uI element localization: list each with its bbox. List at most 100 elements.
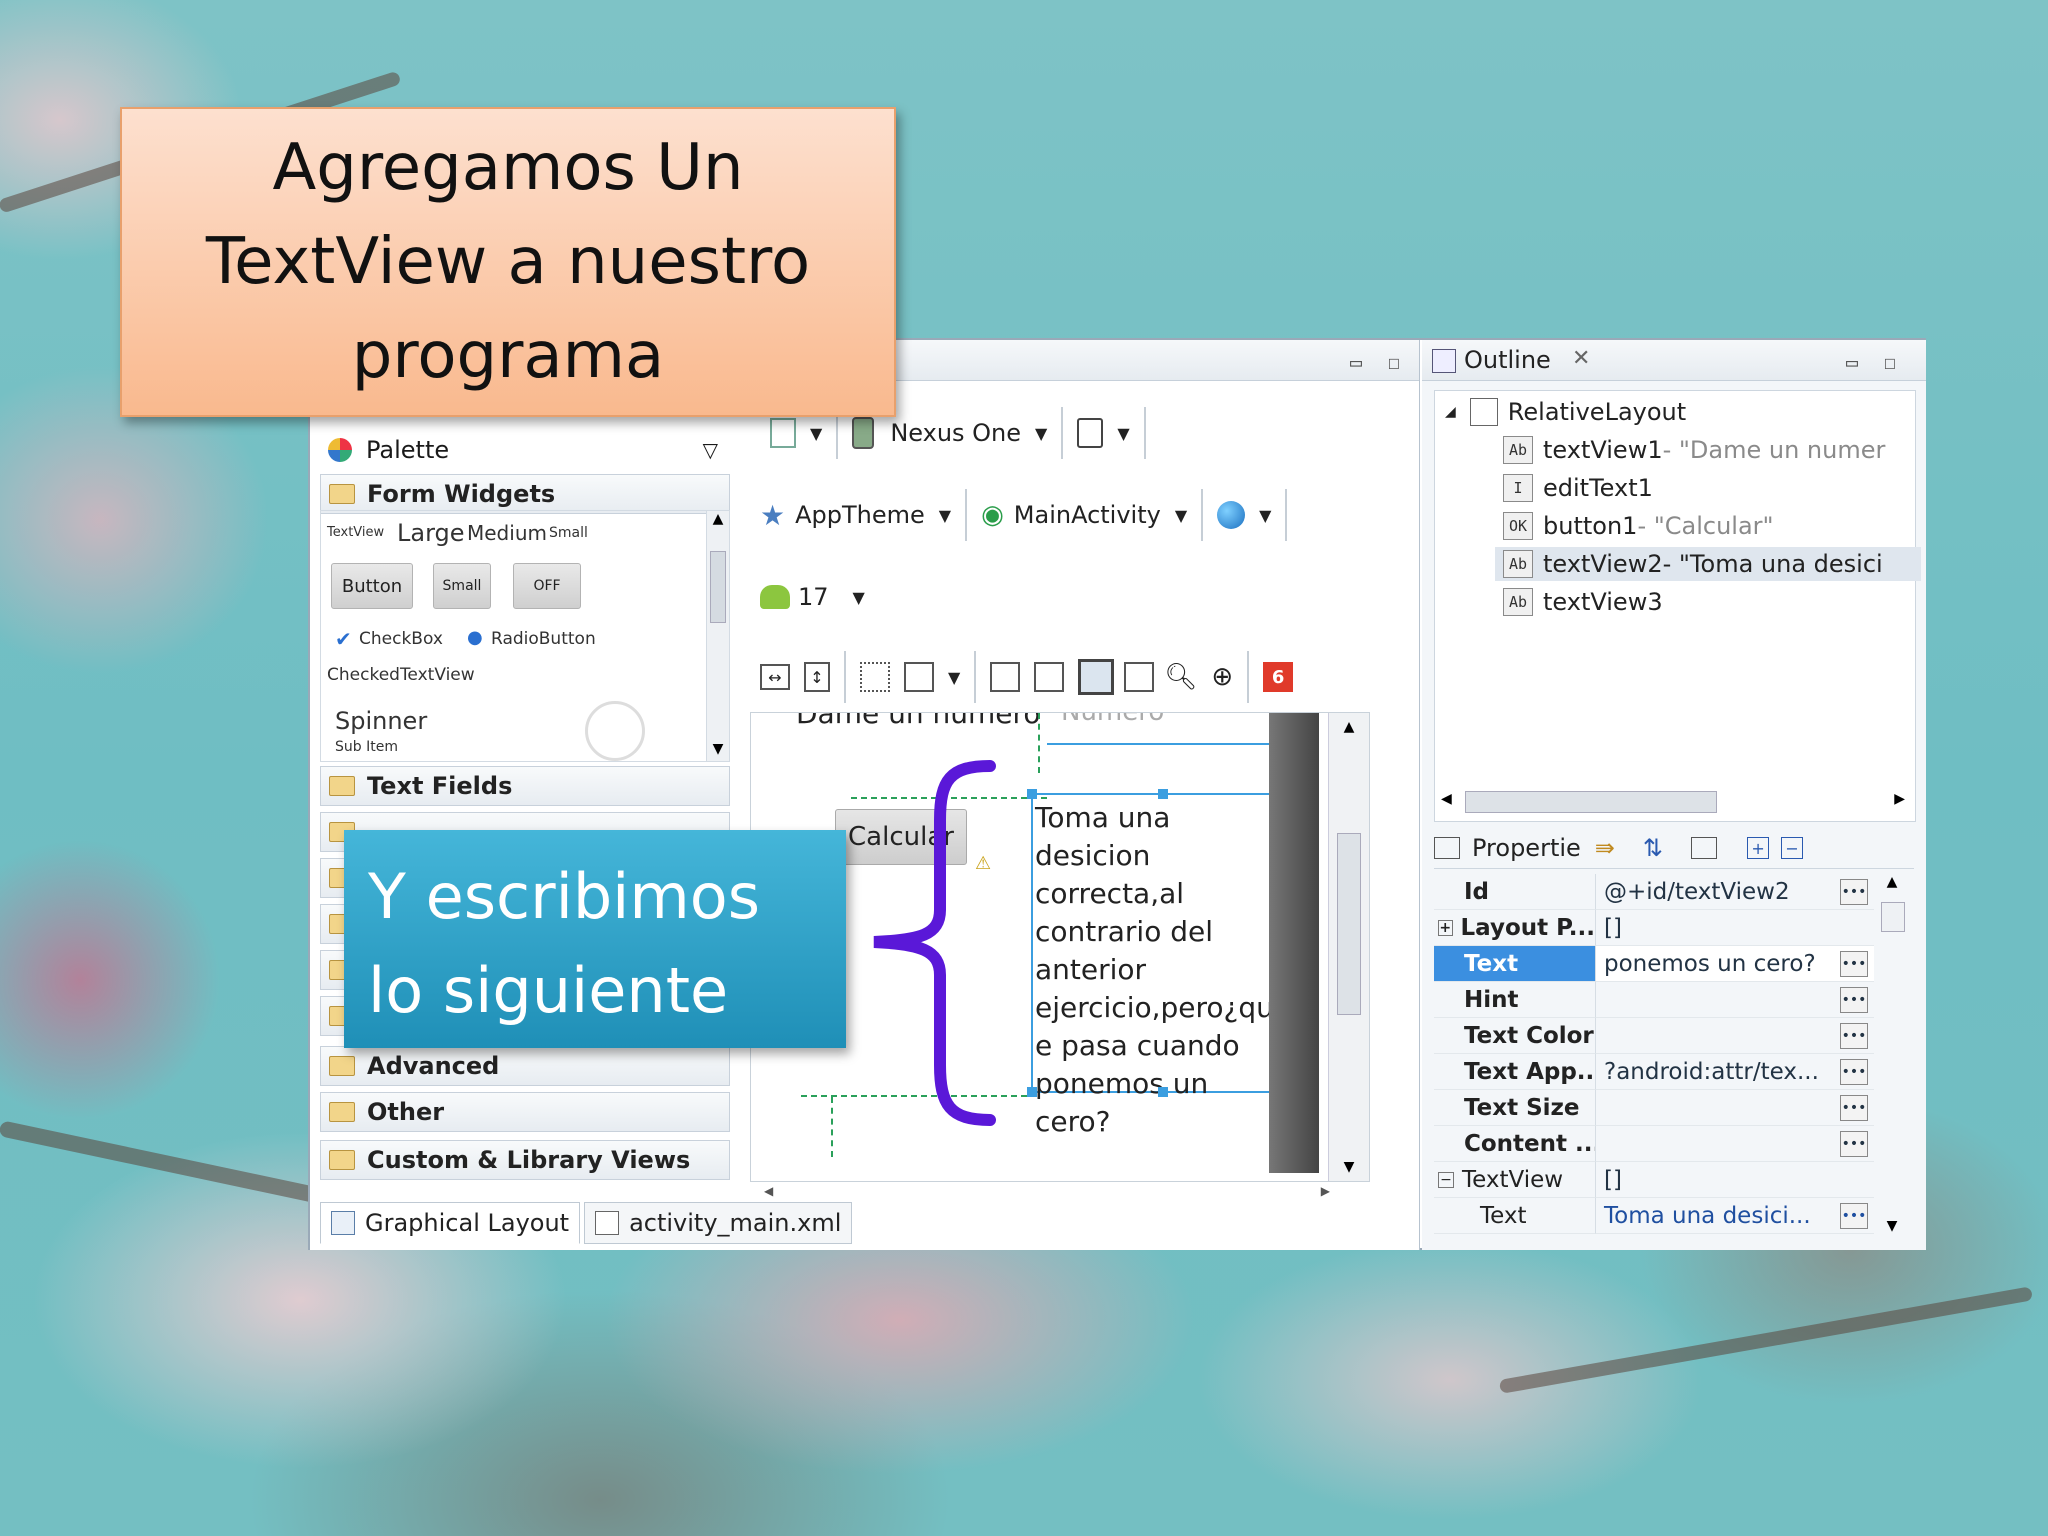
widget-small-text[interactable]: Small xyxy=(549,525,588,541)
resize-handle[interactable] xyxy=(1027,1087,1037,1097)
maximize-icon[interactable]: ☐ xyxy=(1884,350,1896,374)
widget-progress-circle[interactable] xyxy=(585,701,645,761)
tree-item-edittext1[interactable]: I editText1 xyxy=(1503,471,1653,505)
outline-horizontal-scrollbar[interactable]: ◀ ▶ xyxy=(1435,789,1915,813)
more-icon[interactable]: ••• xyxy=(1840,950,1868,977)
prop-value-input[interactable]: ponemos un cero? ••• xyxy=(1596,946,1874,982)
more-icon[interactable]: ••• xyxy=(1840,986,1868,1013)
prop-row-id[interactable]: Id @+id/textView2 ••• xyxy=(1434,874,1874,910)
folder-text-fields[interactable]: Text Fields xyxy=(320,766,730,806)
resize-handle[interactable] xyxy=(1158,1087,1168,1097)
more-icon[interactable]: ••• xyxy=(1840,1094,1868,1121)
prop-row-textview-text[interactable]: Text Toma una desici... ••• xyxy=(1434,1198,1874,1234)
widget-toggle-button[interactable]: OFF xyxy=(513,563,581,609)
prop-value[interactable]: @+id/textView2 ••• xyxy=(1596,874,1874,910)
margins-icon[interactable] xyxy=(860,662,890,692)
more-icon[interactable]: ••• xyxy=(1840,1130,1868,1157)
tree-item-textview2[interactable]: Ab textView2 - "Toma una desici xyxy=(1495,547,1921,581)
widget-large-text[interactable]: Large xyxy=(397,519,465,547)
outline-title[interactable]: Outline xyxy=(1464,346,1551,374)
more-icon[interactable]: ••• xyxy=(1840,1202,1868,1229)
collapse-all-icon[interactable]: − xyxy=(1781,837,1804,859)
scroll-up-icon[interactable]: ▲ xyxy=(1878,874,1906,890)
prop-value[interactable]: ••• xyxy=(1596,1126,1874,1162)
widget-checked-textview[interactable]: CheckedTextView xyxy=(327,665,475,685)
widget-radiobutton[interactable]: RadioButton xyxy=(491,629,596,649)
canvas-vertical-scrollbar[interactable]: ▲ ▼ xyxy=(1328,713,1369,1181)
prop-row-text-size[interactable]: Text Size ••• xyxy=(1434,1090,1874,1126)
canvas-horizontal-scrollbar[interactable]: ◀ ▶ xyxy=(750,1184,1370,1200)
layout-relative-icon[interactable] xyxy=(1078,659,1115,695)
edittext1-field[interactable]: Numero xyxy=(1047,713,1291,745)
prop-value[interactable]: [] xyxy=(1596,910,1874,946)
layout-horizontal-icon[interactable] xyxy=(990,662,1021,692)
prop-row-hint[interactable]: Hint ••• xyxy=(1434,982,1874,1018)
activity-select[interactable]: MainActivity xyxy=(1014,501,1161,529)
zoom-out-icon[interactable]: 🔍︎ xyxy=(1164,662,1197,692)
chevron-down-icon[interactable]: ▼ xyxy=(1117,424,1129,443)
tab-activity-main-xml[interactable]: activity_main.xml xyxy=(584,1202,853,1244)
layout-vertical-icon[interactable] xyxy=(1034,662,1065,692)
maximize-icon[interactable]: ☐ xyxy=(1388,350,1400,374)
widget-small-button[interactable]: Small xyxy=(433,563,491,609)
resize-handle[interactable] xyxy=(1158,789,1168,799)
prop-value[interactable]: ?android:attr/tex... ••• xyxy=(1596,1054,1874,1090)
close-icon[interactable]: ✕ xyxy=(1572,346,1590,371)
chevron-down-icon[interactable]: ▼ xyxy=(939,506,951,525)
palette-scroll-thumb[interactable] xyxy=(710,551,726,623)
scroll-thumb[interactable] xyxy=(1337,833,1361,1015)
device-select[interactable]: Nexus One xyxy=(890,419,1021,447)
expand-all-icon[interactable]: + xyxy=(1747,837,1770,859)
palette-menu-icon[interactable]: ▽ xyxy=(703,438,718,462)
prop-row-text-appearance[interactable]: Text App... ?android:attr/tex... ••• xyxy=(1434,1054,1874,1090)
more-icon[interactable]: ••• xyxy=(1840,1058,1868,1085)
prop-value[interactable]: ••• xyxy=(1596,982,1874,1018)
sort-icon[interactable]: ⇅ xyxy=(1643,834,1663,862)
scroll-thumb[interactable] xyxy=(1465,791,1717,813)
tree-item-textview3[interactable]: Ab textView3 xyxy=(1503,585,1663,619)
scroll-right-icon[interactable]: ▶ xyxy=(1321,1184,1330,1198)
palette-scroll-up-icon[interactable]: ▲ xyxy=(707,511,729,527)
more-icon[interactable]: ••• xyxy=(1840,878,1868,905)
tab-graphical-layout[interactable]: Graphical Layout xyxy=(320,1202,581,1244)
zoom-in-icon[interactable]: ⊕ xyxy=(1211,662,1233,692)
chevron-down-icon[interactable]: ▼ xyxy=(1175,506,1187,525)
layout-wrap-icon[interactable] xyxy=(1124,662,1155,692)
orientation-icon[interactable] xyxy=(1077,418,1104,448)
prop-value[interactable]: ••• xyxy=(1596,1018,1874,1054)
folder-advanced[interactable]: Advanced xyxy=(320,1046,730,1086)
advanced-icon[interactable] xyxy=(1691,837,1718,859)
chevron-down-icon[interactable]: ▼ xyxy=(1035,424,1047,443)
minimize-icon[interactable]: ▭ xyxy=(1846,350,1858,374)
prop-value[interactable]: [] xyxy=(1596,1162,1874,1198)
prop-value[interactable]: Toma una desici... ••• xyxy=(1596,1198,1874,1234)
chevron-down-icon[interactable]: ▼ xyxy=(948,668,960,687)
expand-icon[interactable]: + xyxy=(1438,919,1453,936)
properties-title[interactable]: Propertie xyxy=(1472,834,1581,862)
chevron-down-icon[interactable]: ▼ xyxy=(853,588,865,607)
scroll-down-icon[interactable]: ▼ xyxy=(1878,1218,1906,1234)
widget-checkbox[interactable]: CheckBox xyxy=(359,629,443,649)
prop-value[interactable]: ••• xyxy=(1596,1090,1874,1126)
scroll-thumb[interactable] xyxy=(1881,902,1905,932)
widget-button[interactable]: Button xyxy=(331,563,413,609)
filter-icon[interactable]: ⇛ xyxy=(1595,834,1615,862)
palette-scroll-down-icon[interactable]: ▼ xyxy=(707,741,729,757)
textview1-label[interactable]: Dame un numero xyxy=(796,713,1041,730)
prop-row-content-description[interactable]: Content ... ••• xyxy=(1434,1126,1874,1162)
expand-icon[interactable]: ◢ xyxy=(1445,404,1456,420)
more-icon[interactable]: ••• xyxy=(1840,1022,1868,1049)
scroll-down-icon[interactable]: ▼ xyxy=(1329,1159,1369,1175)
folder-other[interactable]: Other xyxy=(320,1092,730,1132)
palette-scrollbar[interactable]: ▲ ▼ xyxy=(706,511,729,761)
globe-icon[interactable] xyxy=(1217,501,1246,529)
prop-row-text-color[interactable]: Text Color ••• xyxy=(1434,1018,1874,1054)
collapse-icon[interactable]: − xyxy=(1438,1171,1454,1188)
chevron-down-icon[interactable]: ▼ xyxy=(810,424,822,443)
scroll-right-icon[interactable]: ▶ xyxy=(1894,791,1905,807)
folder-custom-views[interactable]: Custom & Library Views xyxy=(320,1140,730,1180)
prop-row-textview-group[interactable]: − TextView [] xyxy=(1434,1162,1874,1198)
widget-spinner[interactable]: Spinner xyxy=(335,707,427,735)
config-icon[interactable] xyxy=(770,418,796,448)
tree-item-textview1[interactable]: Ab textView1 - "Dame un numer xyxy=(1503,433,1885,467)
